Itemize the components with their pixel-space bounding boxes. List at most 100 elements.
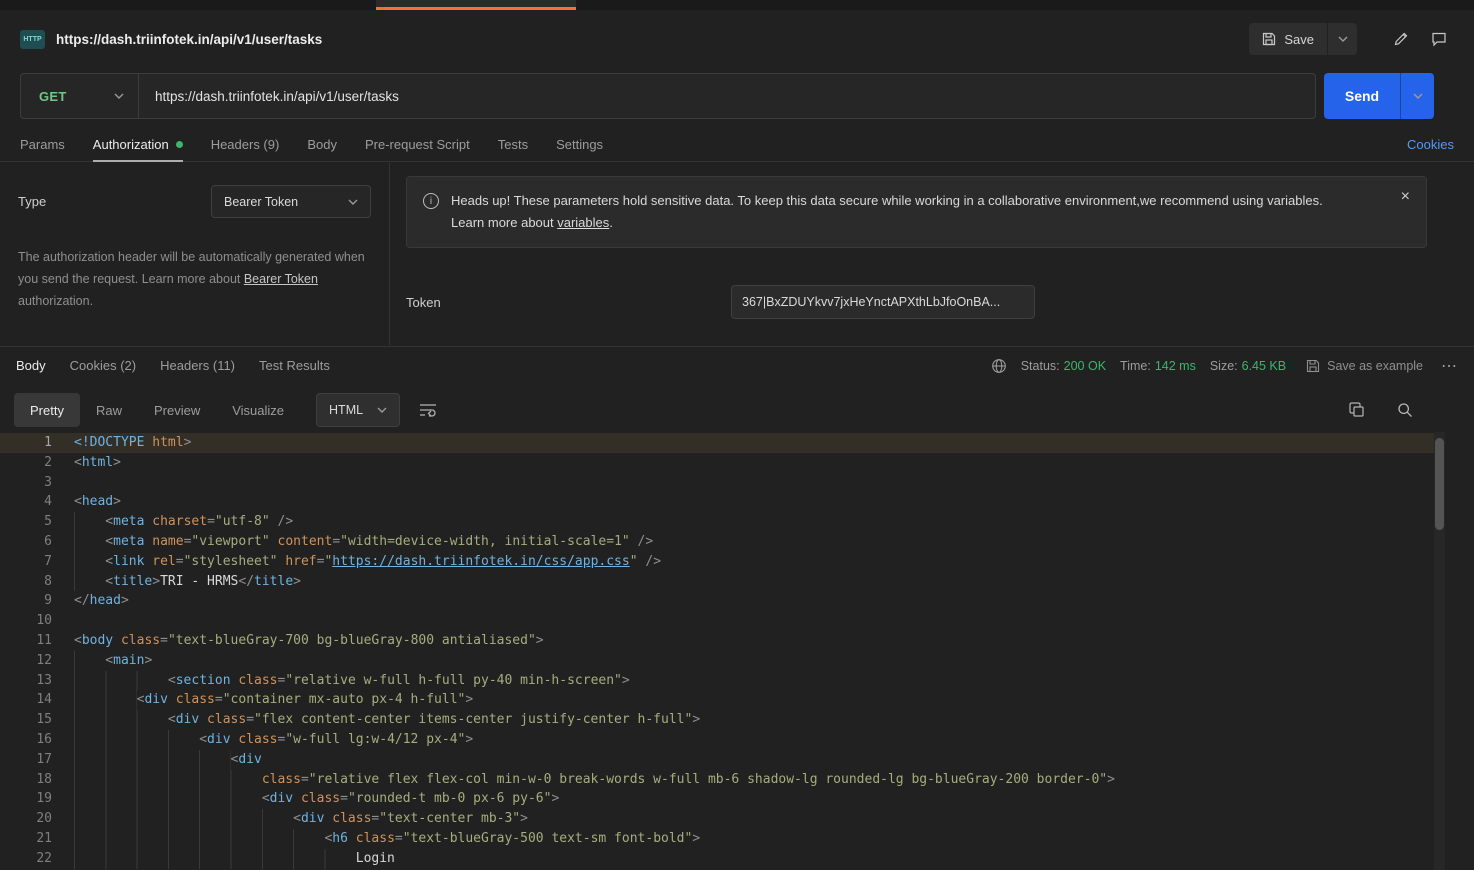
token-input[interactable] (731, 285, 1035, 319)
code-line: 20<div class="text-center mb-3"> (0, 809, 1434, 829)
info-icon: i (423, 193, 439, 209)
chevron-down-icon (377, 407, 387, 413)
comments-button[interactable] (1424, 24, 1454, 54)
code-line: 6<meta name="viewport" content="width=de… (0, 532, 1434, 552)
bearer-token-docs-link[interactable]: Bearer Token (244, 272, 318, 286)
code-line: 21<h6 class="text-blueGray-500 text-sm f… (0, 829, 1434, 849)
tab-label: Visualize (232, 403, 284, 418)
close-icon[interactable]: × (1401, 188, 1410, 206)
view-tab-preview[interactable]: Preview (138, 393, 216, 427)
response-tab-test-results[interactable]: Test Results (259, 358, 330, 373)
response-tab-headers-11[interactable]: Headers (11) (160, 358, 235, 373)
request-title: https://dash.triinfotek.in/api/v1/user/t… (56, 32, 322, 47)
view-tab-raw[interactable]: Raw (80, 393, 138, 427)
request-tab-tests[interactable]: Tests (498, 128, 528, 161)
save-button[interactable]: Save (1249, 23, 1327, 55)
send-button[interactable]: Send (1324, 73, 1400, 119)
request-tab-headers-9[interactable]: Headers (9) (211, 128, 280, 161)
format-select[interactable]: HTML (316, 393, 400, 427)
code-line-content: <div class="text-center mb-3"> (60, 809, 1434, 829)
more-options-icon[interactable]: ⋯ (1441, 356, 1458, 376)
chevron-down-icon (348, 199, 358, 205)
tab-label: Test Results (259, 358, 330, 373)
request-tab-params[interactable]: Params (20, 128, 65, 161)
send-split-button: Send (1324, 73, 1434, 119)
url-input[interactable] (139, 74, 1315, 118)
search-icon (1397, 402, 1413, 418)
code-line: 1<!DOCTYPE html> (0, 433, 1434, 453)
active-app-tab-indicator[interactable] (376, 0, 576, 10)
view-tab-visualize[interactable]: Visualize (216, 393, 300, 427)
chevron-down-icon (1413, 93, 1423, 99)
request-url-bar: GET (20, 73, 1316, 119)
code-line: 3 (0, 473, 1434, 493)
header-actions: Save (1249, 23, 1454, 55)
response-header: BodyCookies (2)Headers (11)Test Results … (0, 346, 1474, 384)
line-number: 18 (0, 770, 60, 790)
code-line-content: <div class="rounded-t mb-0 px-6 py-6"> (60, 789, 1434, 809)
tab-label: Settings (556, 137, 603, 152)
response-body-code[interactable]: 1<!DOCTYPE html>2<html>34<head>5<meta ch… (0, 432, 1474, 870)
copy-button[interactable] (1346, 399, 1368, 421)
tab-label: Headers (11) (160, 358, 235, 373)
line-number: 16 (0, 730, 60, 750)
status-value[interactable]: 200 OK (1064, 359, 1106, 373)
save-as-example-button[interactable]: Save as example (1306, 359, 1423, 373)
code-line-content: <h6 class="text-blueGray-500 text-sm fon… (60, 829, 1434, 849)
request-tab-authorization[interactable]: Authorization (93, 128, 183, 161)
auth-type-select[interactable]: Bearer Token (211, 185, 371, 218)
size-value[interactable]: 6.45 KB (1242, 359, 1286, 373)
send-options-button[interactable] (1400, 73, 1434, 119)
line-number: 21 (0, 829, 60, 849)
code-line-content (60, 611, 1434, 631)
tab-label: Authorization (93, 137, 169, 152)
code-line: 7<link rel="stylesheet" href="https://da… (0, 552, 1434, 572)
line-number: 5 (0, 512, 60, 532)
request-tab-pre-request-script[interactable]: Pre-request Script (365, 128, 470, 161)
indent-guides (74, 651, 105, 671)
code-line-content: <meta name="viewport" content="width=dev… (60, 532, 1434, 552)
view-tab-pretty[interactable]: Pretty (14, 393, 80, 427)
request-tabs-list: Params Authorization Headers (9) Body Pre-re… (20, 128, 631, 161)
indent-guides (74, 572, 105, 592)
authorization-panel: Type Bearer Token The authorization head… (0, 163, 1474, 345)
response-views-list: PrettyRaw Preview Visualize (14, 393, 300, 427)
search-button[interactable] (1394, 399, 1416, 421)
scrollbar-thumb[interactable] (1435, 438, 1444, 530)
wrap-lines-button[interactable] (414, 396, 442, 424)
response-tab-cookies-2[interactable]: Cookies (2) (70, 358, 136, 373)
save-icon (1306, 359, 1320, 373)
line-number: 20 (0, 809, 60, 829)
code-line-content: <main> (60, 651, 1434, 671)
auth-type-label: Type (18, 194, 46, 209)
code-line-content: <section class="relative w-full h-full p… (60, 671, 1434, 691)
network-icon[interactable] (991, 358, 1007, 374)
vertical-scrollbar[interactable] (1434, 432, 1445, 870)
indent-guides (74, 849, 356, 869)
code-line: 10 (0, 611, 1434, 631)
tab-label: Preview (154, 403, 200, 418)
code-rows: 1<!DOCTYPE html>2<html>34<head>5<meta ch… (0, 432, 1434, 869)
code-line: 18class="relative flex flex-col min-w-0 … (0, 770, 1434, 790)
variables-link[interactable]: variables (557, 215, 609, 230)
request-tabs: Params Authorization Headers (9) Body Pre-re… (0, 128, 1474, 162)
code-line: 4<head> (0, 492, 1434, 512)
response-tab-body[interactable]: Body (16, 358, 46, 373)
tab-label: Cookies (2) (70, 358, 136, 373)
save-options-button[interactable] (1327, 23, 1357, 55)
banner-text-line1: Heads up! These parameters hold sensitiv… (451, 190, 1323, 212)
api-client-window: HTTP https://dash.triinfotek.in/api/v1/u… (0, 0, 1474, 870)
tab-label: Params (20, 137, 65, 152)
method-selector[interactable]: GET (21, 74, 139, 118)
line-number: 9 (0, 591, 60, 611)
chevron-down-icon (1338, 36, 1348, 42)
request-tab-settings[interactable]: Settings (556, 128, 603, 161)
line-number: 13 (0, 671, 60, 691)
cookies-link[interactable]: Cookies (1407, 137, 1454, 152)
edit-button[interactable] (1386, 24, 1416, 54)
code-line-content: <div (60, 750, 1434, 770)
code-line: 22Login (0, 849, 1434, 869)
time-value[interactable]: 142 ms (1155, 359, 1196, 373)
request-tab-body[interactable]: Body (307, 128, 337, 161)
chevron-down-icon (114, 93, 124, 99)
